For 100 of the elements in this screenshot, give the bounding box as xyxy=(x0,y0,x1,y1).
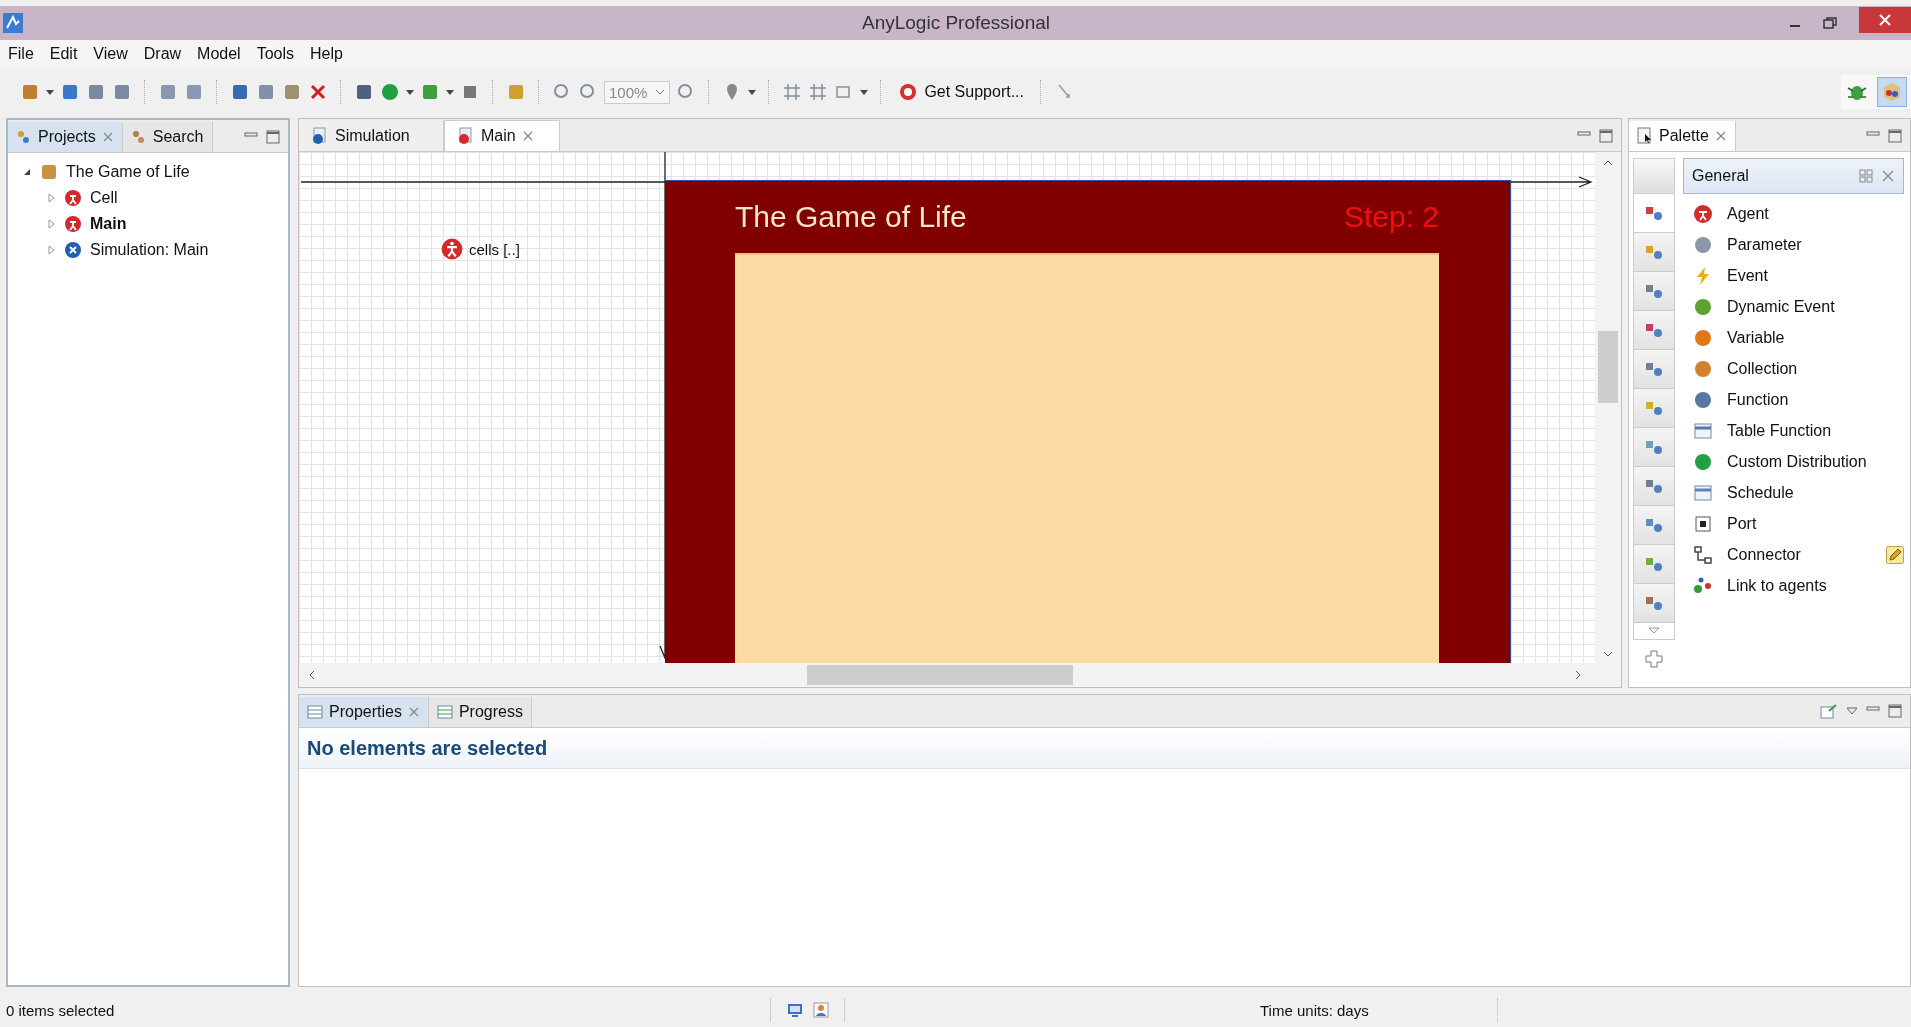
experiment-icon xyxy=(64,241,82,259)
palette-item[interactable]: Port xyxy=(1683,508,1904,539)
tab-icon xyxy=(307,705,323,719)
palette-item[interactable]: Agent xyxy=(1683,198,1904,229)
experiment-document-icon xyxy=(311,127,329,145)
tree-item[interactable]: Cell xyxy=(90,189,118,207)
maximize-icon[interactable] xyxy=(1599,129,1613,143)
palette-item[interactable]: Custom Distribution xyxy=(1683,446,1904,477)
scrollbar-thumb[interactable] xyxy=(1598,331,1618,403)
vertical-scrollbar[interactable] xyxy=(1595,152,1621,663)
agent-icon[interactable] xyxy=(441,238,463,260)
scroll-up-icon[interactable] xyxy=(1602,158,1614,168)
add-icon[interactable] xyxy=(1645,650,1663,668)
palette-item[interactable]: Event xyxy=(1683,260,1904,291)
tab-icon xyxy=(16,129,32,145)
palette-item[interactable]: Schedule xyxy=(1683,477,1904,508)
tree-toggle-icon[interactable] xyxy=(22,167,32,177)
step-counter: Step: 2 xyxy=(1343,200,1439,234)
maximize-icon[interactable] xyxy=(1888,129,1902,143)
app-logo-icon xyxy=(3,13,23,33)
scroll-left-icon[interactable] xyxy=(307,669,317,681)
tree-item[interactable]: Simulation: Main xyxy=(90,241,209,259)
palette-category-tab[interactable] xyxy=(1633,233,1675,272)
menu-item[interactable]: File xyxy=(8,45,34,63)
palette-category-tab[interactable] xyxy=(1633,194,1675,233)
scroll-down-icon[interactable] xyxy=(1602,649,1614,659)
time-units-text: Time units: days xyxy=(1260,1001,1369,1019)
panel-tab[interactable]: Projects xyxy=(8,122,123,152)
palette-category-tab[interactable] xyxy=(1633,428,1675,467)
palette-item[interactable]: Link to agents xyxy=(1683,570,1904,601)
lifebuoy-icon xyxy=(898,82,919,102)
tab-icon xyxy=(130,129,147,145)
close-icon[interactable] xyxy=(1881,169,1895,183)
agent-icon xyxy=(1693,203,1713,224)
horizontal-scrollbar[interactable] xyxy=(299,663,1621,687)
palette-item[interactable]: Connector xyxy=(1683,539,1904,570)
maximize-icon[interactable] xyxy=(266,130,280,144)
scroll-right-icon[interactable] xyxy=(1573,669,1583,681)
palette-item[interactable]: Table Function xyxy=(1683,415,1904,446)
category-icon xyxy=(1644,555,1664,573)
palette-category-tab[interactable] xyxy=(1633,350,1675,389)
pencil-icon[interactable] xyxy=(1886,545,1904,564)
monitor-icon[interactable] xyxy=(786,1001,804,1019)
menu-item[interactable]: Model xyxy=(197,45,241,63)
close-button[interactable] xyxy=(1859,7,1911,33)
palette-item[interactable]: Parameter xyxy=(1683,229,1904,260)
view-menu-icon[interactable] xyxy=(1846,705,1858,717)
menu-item[interactable]: Help xyxy=(310,45,343,63)
menu-item[interactable]: Edit xyxy=(49,45,78,63)
maximize-icon[interactable] xyxy=(1888,704,1902,718)
category-icon xyxy=(1644,477,1664,495)
palette-item[interactable]: Dynamic Event xyxy=(1683,291,1904,322)
person-card-icon[interactable] xyxy=(812,1001,830,1019)
palette-item[interactable]: Function xyxy=(1683,384,1904,415)
close-icon[interactable] xyxy=(101,131,114,143)
tree-toggle-icon[interactable] xyxy=(46,219,56,229)
category-icon xyxy=(1644,516,1664,534)
get-support-button[interactable]: Get Support... xyxy=(894,78,1028,106)
tree-item[interactable]: Main xyxy=(90,215,127,233)
palette-category-tab[interactable] xyxy=(1633,584,1675,623)
panel-tab[interactable]: Palette xyxy=(1629,121,1736,151)
palette-section-header[interactable]: General xyxy=(1683,158,1904,194)
delete-icon[interactable] xyxy=(308,82,328,102)
panel-tab[interactable]: Progress xyxy=(428,697,532,727)
window-title: AnyLogic Professional xyxy=(862,12,1050,34)
palette-category-tab[interactable] xyxy=(1633,506,1675,545)
close-icon[interactable] xyxy=(521,130,534,142)
palette-category-tab[interactable] xyxy=(1633,389,1675,428)
cube-icon xyxy=(1881,81,1903,103)
palette-category-tab[interactable] xyxy=(1633,311,1675,350)
palette-category-tab[interactable] xyxy=(1633,467,1675,506)
palette-item[interactable]: Variable xyxy=(1683,322,1904,353)
palette-item[interactable]: Collection xyxy=(1683,353,1904,384)
category-icon xyxy=(1644,399,1664,417)
menu-item[interactable]: Tools xyxy=(256,45,295,63)
category-icon xyxy=(1644,321,1664,339)
grid-icon[interactable] xyxy=(782,82,803,102)
pin-view-icon[interactable] xyxy=(1820,703,1838,719)
editor-tab[interactable]: Main xyxy=(444,120,560,151)
section-title: General xyxy=(1692,167,1749,185)
close-icon[interactable] xyxy=(407,706,420,718)
scrollbar-thumb[interactable] xyxy=(807,665,1073,685)
close-icon[interactable] xyxy=(1714,130,1727,142)
menu-item[interactable]: View xyxy=(93,45,128,63)
panel-tab[interactable]: Properties xyxy=(299,697,429,727)
grid-view-icon[interactable] xyxy=(1859,169,1873,183)
panel-tab[interactable]: Search xyxy=(122,122,213,152)
tree-toggle-icon[interactable] xyxy=(46,245,56,255)
category-icon xyxy=(1644,360,1664,378)
close-icon xyxy=(1879,14,1891,26)
menu-item[interactable]: Draw xyxy=(143,45,182,63)
agent-icon xyxy=(64,215,82,233)
caret-icon xyxy=(1648,627,1660,635)
palette-category-tab[interactable] xyxy=(1633,272,1675,311)
tree-item[interactable]: The Game of Life xyxy=(66,163,190,181)
perspective-button[interactable] xyxy=(1877,77,1907,107)
tree-toggle-icon[interactable] xyxy=(46,193,56,203)
restore-icon[interactable] xyxy=(1823,17,1837,29)
diagram-canvas[interactable]: The Game of Life Step: 2 cells [..] xyxy=(299,152,1595,663)
palette-category-tab[interactable] xyxy=(1633,545,1675,584)
